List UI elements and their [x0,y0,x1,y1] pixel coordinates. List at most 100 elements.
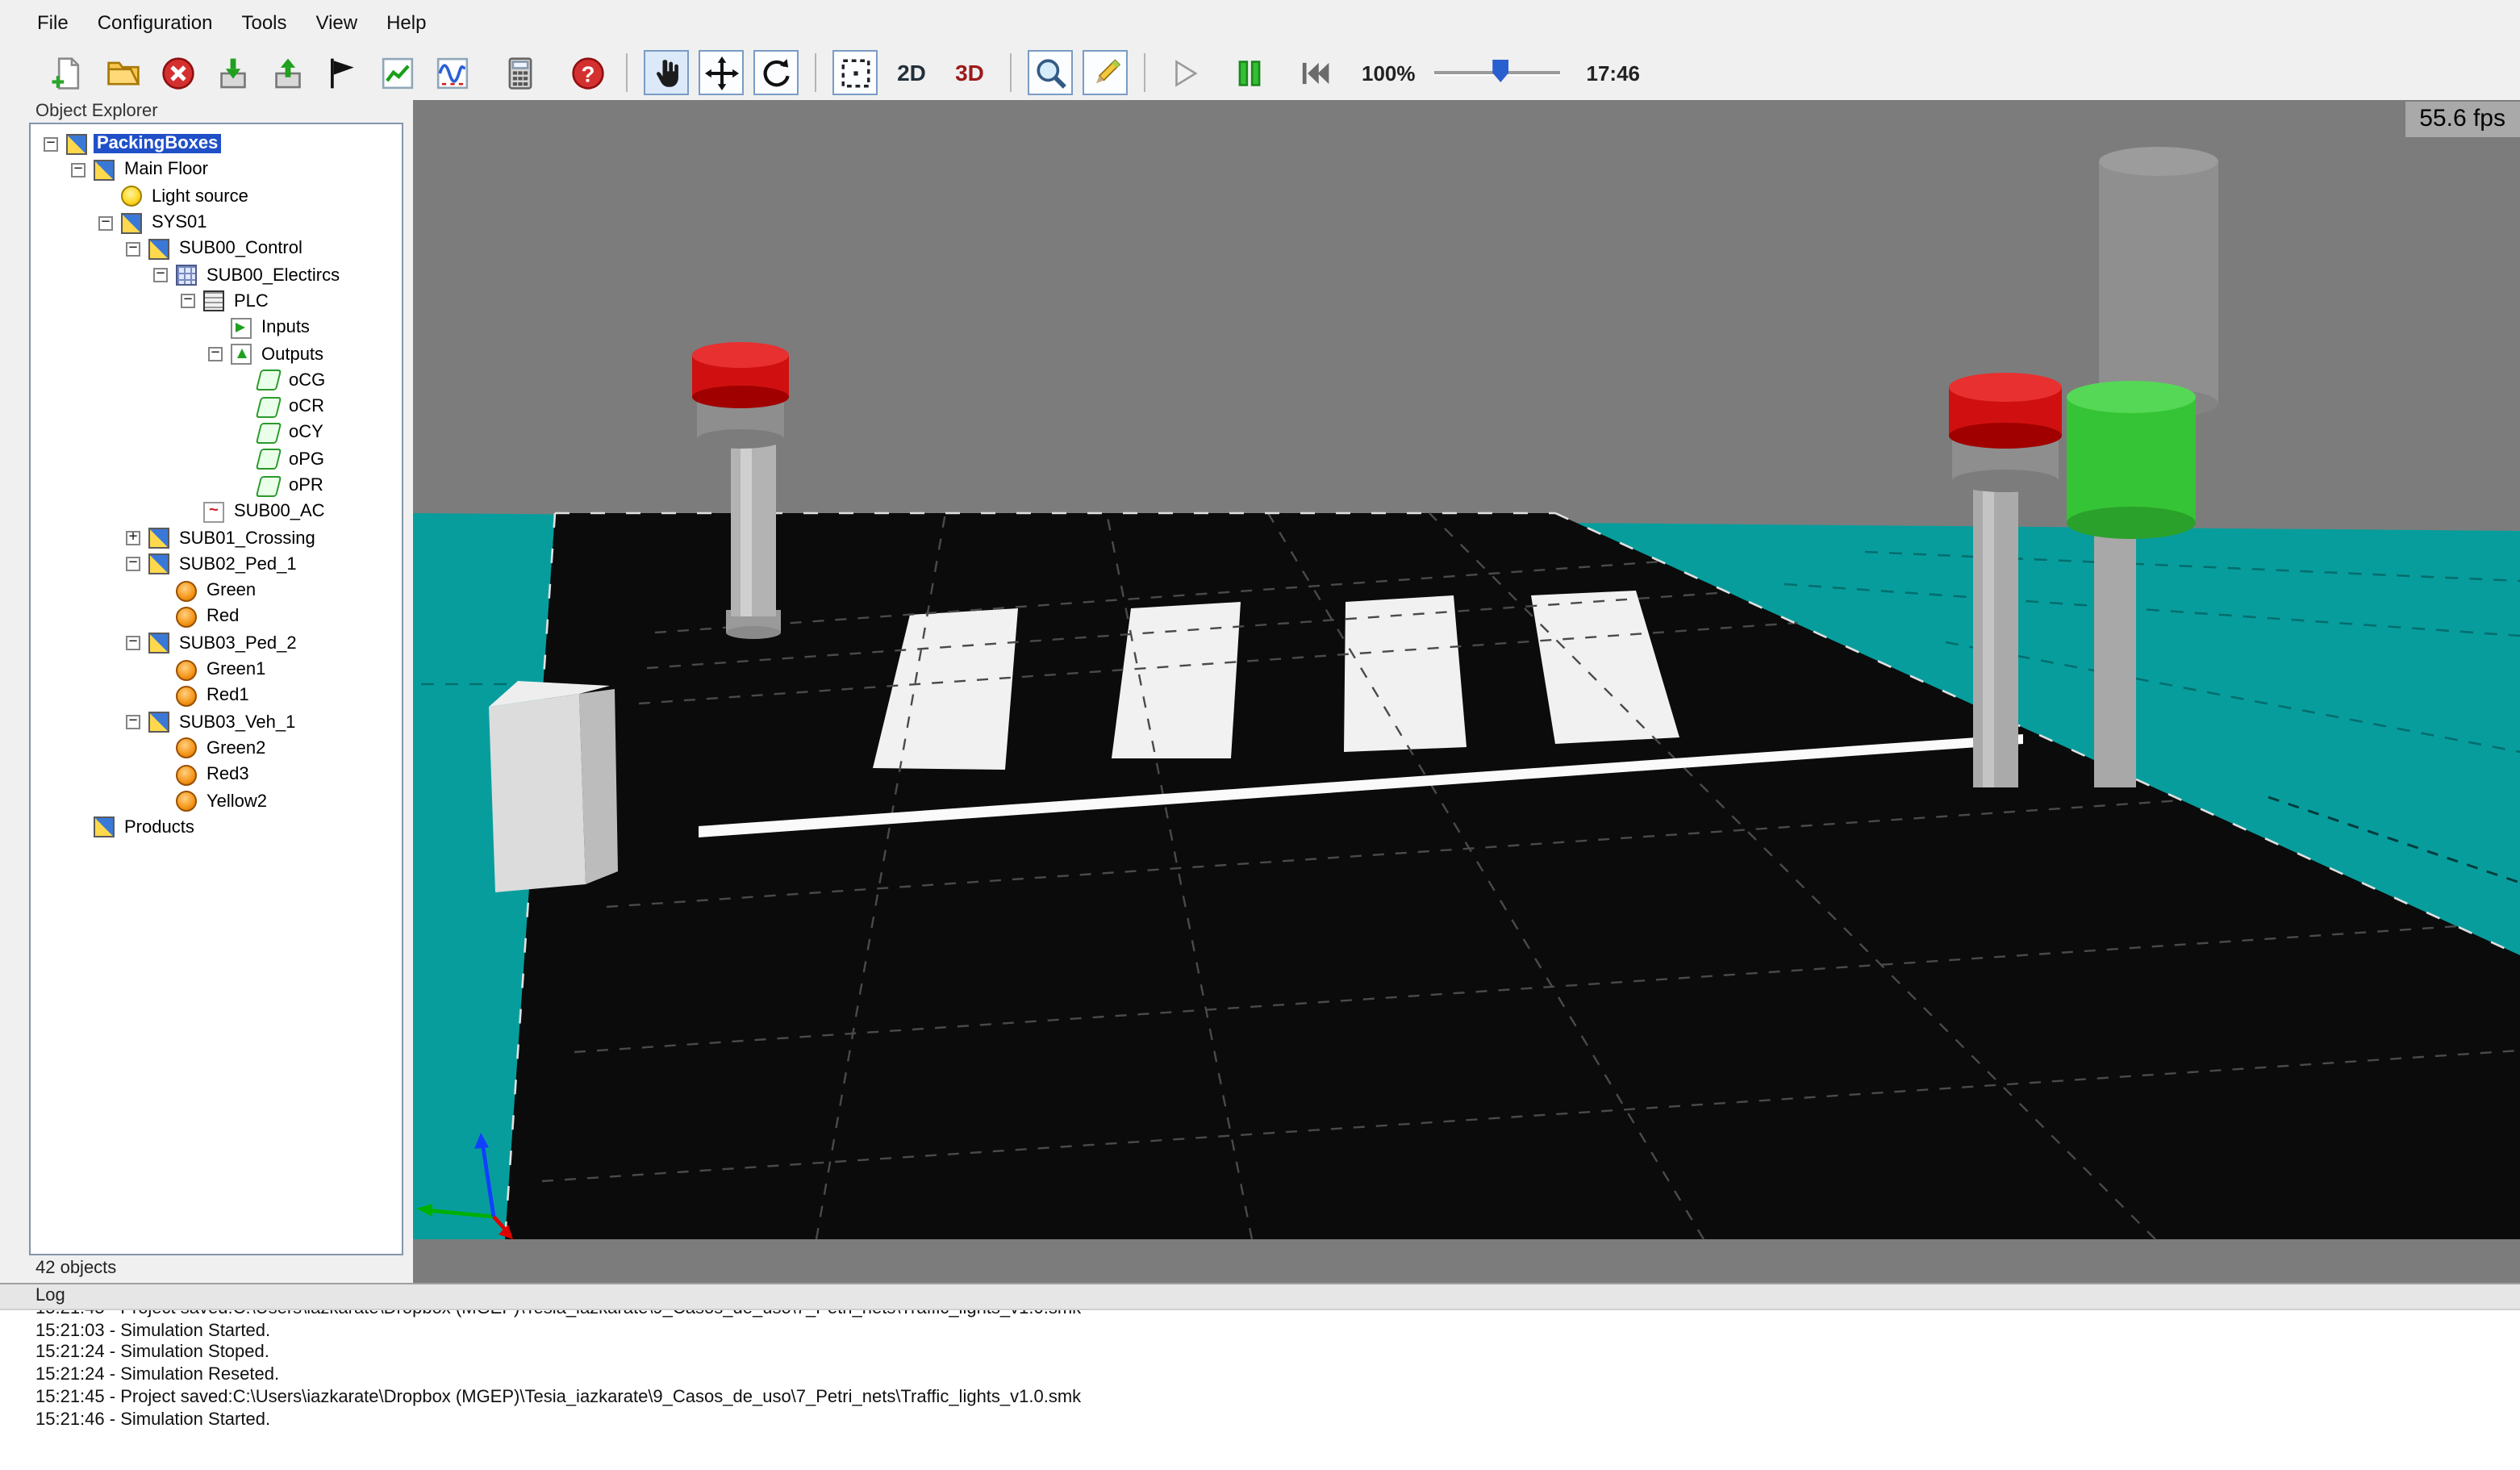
tag-icon [256,449,282,470]
tree-item-label: SUB02_Ped_1 [176,555,300,574]
tree-item-sub03-veh-1[interactable]: − SUB03_Veh_1 [31,709,402,736]
collapse-icon[interactable]: − [44,136,58,151]
calculator-button[interactable] [497,50,542,95]
pause-button[interactable] [1226,50,1271,95]
component-icon [94,160,115,181]
reset-button[interactable] [1291,50,1336,95]
collapse-icon[interactable]: − [126,637,140,651]
flag-button[interactable] [319,50,365,95]
menu-item-file[interactable]: File [23,0,83,45]
tree-item-sub01-crossing[interactable]: +SUB01_Crossing [31,525,402,552]
tree-item-ocg[interactable]: oCG [31,367,402,394]
edit-pencil-button[interactable] [1083,50,1128,95]
tree-item-sub00-control[interactable]: −SUB00_Control [31,236,402,262]
tree-item-inputs[interactable]: Inputs [31,315,402,341]
collapse-icon[interactable]: − [208,347,223,361]
slider-thumb[interactable] [1492,60,1508,82]
light-icon [121,186,142,207]
rotate-button[interactable] [753,50,799,95]
export-component-button[interactable] [265,50,310,95]
tree-item-green[interactable]: Green [31,578,402,604]
log-panel[interactable]: 15:21:45 - Project saved:C:\Users\iazkar… [0,1310,2520,1470]
expand-icon[interactable]: + [126,531,140,545]
help-button[interactable]: ? [565,50,610,95]
toolbar-separator [1144,53,1145,92]
tree-item-opr[interactable]: oPR [31,473,402,499]
scene-3d [413,100,2520,1283]
open-project-button[interactable] [100,50,145,95]
menu-item-tools[interactable]: Tools [227,0,301,45]
tree-item-green2[interactable]: Green2 [31,736,402,762]
tree-item-label: Light source [148,186,252,206]
tree-item-label: SUB03_Veh_1 [176,712,298,732]
collapse-icon[interactable]: − [71,163,86,177]
tree-item-sub00-electircs[interactable]: −SUB00_Electircs [31,262,402,289]
tree-item-sub03-ped-2[interactable]: −SUB03_Ped_2 [31,630,402,657]
tree-item-label: Outputs [258,345,327,364]
speed-slider[interactable] [1435,56,1561,89]
electrics-icon [176,265,197,286]
tree-item-label: Green2 [203,739,269,758]
application-window: File Configuration Tools View Help [0,0,2520,1470]
collapse-icon[interactable]: − [126,715,140,729]
inputs-icon [231,317,252,338]
toolbar-separator [1010,53,1012,92]
zoom-button[interactable] [1028,50,1073,95]
collapse-icon[interactable]: − [98,215,113,230]
lamp-icon [176,738,197,759]
view-2d-button[interactable]: 2D [887,50,936,95]
tree-item-outputs[interactable]: − Outputs [31,341,402,368]
menu-bar: File Configuration Tools View Help [0,0,2520,45]
tree-item-sub02-ped-1[interactable]: − SUB02_Ped_1 [31,552,402,578]
zoom-level-label: 100% [1362,61,1416,85]
tree-item-sys01[interactable]: − SYS01 [31,210,402,236]
svg-text:?: ? [581,61,595,86]
object-tree[interactable]: −PackingBoxes−Main FloorLight source−SYS… [29,123,403,1255]
collapse-icon[interactable]: − [181,294,195,309]
tree-item-products[interactable]: Products [31,814,402,841]
tag-icon [256,423,282,444]
pan-hand-button[interactable] [644,50,689,95]
tree-item-packingboxes[interactable]: −PackingBoxes [31,131,402,157]
component-icon [148,554,169,575]
tree-item-yellow2[interactable]: Yellow2 [31,788,402,815]
tag-icon [256,396,282,417]
menu-item-view[interactable]: View [302,0,373,45]
log-entry: 15:21:45 - Project saved:C:\Users\iazkar… [35,1388,2520,1409]
tree-item-main-floor[interactable]: −Main Floor [31,157,402,184]
log-entry: 15:21:24 - Simulation Reseted. [35,1365,2520,1387]
signal-wave-button[interactable] [429,50,474,95]
plc-icon [203,291,224,312]
tree-item-red3[interactable]: Red3 [31,762,402,788]
select-region-button[interactable] [832,50,878,95]
main-area: Object Explorer −PackingBoxes−Main Floor… [0,100,2520,1283]
tree-item-plc[interactable]: −PLC [31,289,402,315]
tree-item-label: oCR [286,397,328,416]
tree-item-green1[interactable]: Green1 [31,657,402,683]
tree-item-ocy[interactable]: oCY [31,420,402,447]
tree-item-ocr[interactable]: oCR [31,394,402,420]
tree-item-label: SYS01 [148,213,211,232]
collapse-icon[interactable]: − [126,242,140,257]
tree-item-red[interactable]: Red [31,604,402,631]
tree-item-red1[interactable]: Red1 [31,683,402,709]
new-model-button[interactable] [45,50,90,95]
component-icon [148,633,169,654]
import-component-button[interactable] [210,50,255,95]
tree-item-label: Products [121,818,198,837]
chart-button[interactable] [374,50,419,95]
collapse-icon[interactable]: − [153,268,168,282]
tree-item-label: oCG [286,371,328,390]
move-button[interactable] [699,50,744,95]
tree-item-light-source[interactable]: Light source [31,183,402,210]
menu-item-configuration[interactable]: Configuration [83,0,227,45]
collapse-icon[interactable]: − [126,558,140,572]
menu-item-help[interactable]: Help [372,0,440,45]
tree-item-opg[interactable]: oPG [31,446,402,473]
view-3d-button[interactable]: 3D [945,50,994,95]
tree-item-sub00-ac[interactable]: SUB00_AC [31,499,402,525]
play-button[interactable] [1162,50,1207,95]
component-icon [148,239,169,260]
viewport-3d[interactable]: 55.6 fps [413,100,2520,1283]
close-stop-button[interactable] [155,50,200,95]
